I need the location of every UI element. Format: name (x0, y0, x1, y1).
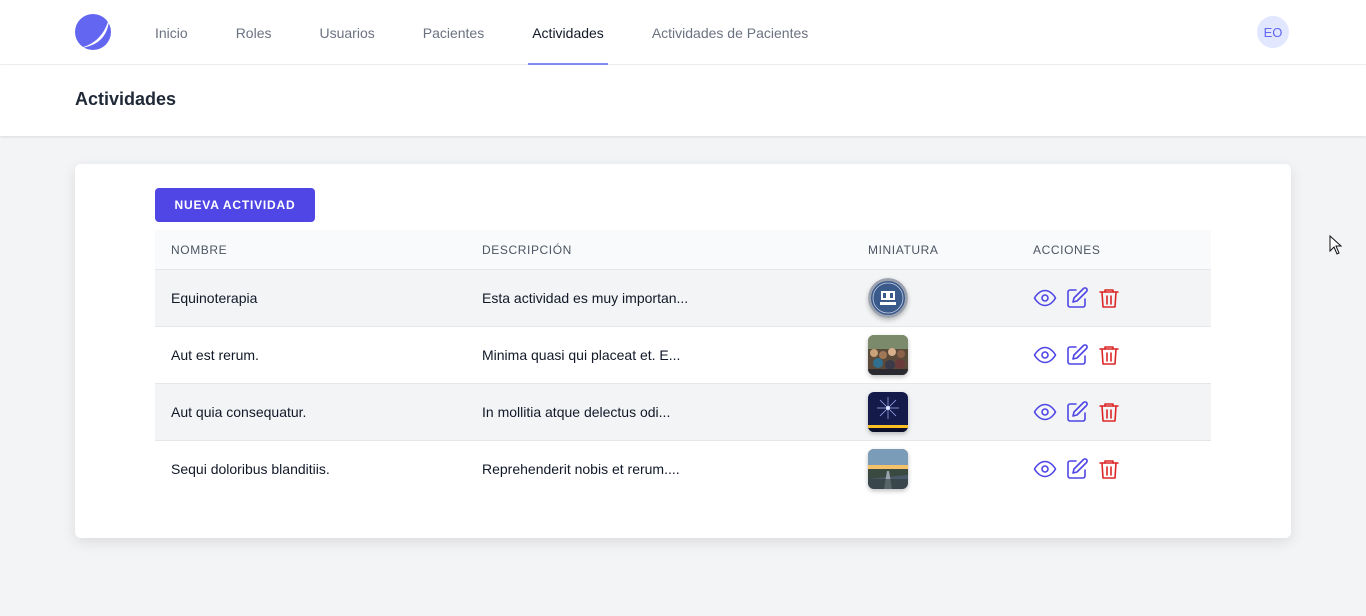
table-row: Equinoterapia Esta actividad es muy impo… (155, 270, 1211, 327)
row-descripcion: Esta actividad es muy importan... (482, 290, 689, 306)
user-avatar[interactable]: EO (1257, 16, 1289, 48)
row-actions (1033, 286, 1121, 310)
activities-table: NOMBRE DESCRIPCIÓN MINIATURA ACCIONES Eq… (155, 230, 1211, 498)
pencil-square-icon[interactable] (1065, 457, 1089, 481)
column-header-miniatura: MINIATURA (868, 243, 939, 257)
new-activity-button[interactable]: NUEVA ACTIVIDAD (155, 188, 315, 222)
mouse-cursor-icon (1329, 235, 1343, 255)
page-title: Actividades (75, 89, 177, 109)
row-actions (1033, 400, 1121, 424)
trash-icon[interactable] (1097, 457, 1121, 481)
nav-link-roles[interactable]: Roles (212, 0, 296, 65)
column-header-descripcion: DESCRIPCIÓN (482, 243, 572, 257)
thumbnail-image (868, 392, 908, 432)
trash-icon[interactable] (1097, 343, 1121, 367)
app-logo-icon[interactable] (75, 14, 111, 50)
row-actions (1033, 457, 1121, 481)
row-nombre: Sequi doloribus blanditiis. (171, 461, 330, 477)
nav-links: Inicio Roles Usuarios Pacientes Activida… (131, 0, 832, 65)
eye-icon[interactable] (1033, 286, 1057, 310)
table-row: Aut quia consequatur. In mollitia atque … (155, 384, 1211, 441)
row-actions (1033, 343, 1121, 367)
page-header: Actividades (0, 65, 1366, 136)
top-navigation: Inicio Roles Usuarios Pacientes Activida… (0, 0, 1366, 65)
nav-link-usuarios[interactable]: Usuarios (295, 0, 398, 65)
row-nombre: Aut quia consequatur. (171, 404, 307, 420)
eye-icon[interactable] (1033, 457, 1057, 481)
activities-card: NUEVA ACTIVIDAD NOMBRE DESCRIPCIÓN MINIA… (75, 164, 1291, 538)
pencil-square-icon[interactable] (1065, 400, 1089, 424)
column-header-acciones: ACCIONES (1033, 243, 1101, 257)
thumbnail-image (868, 335, 908, 375)
nav-link-actividades-de-pacientes[interactable]: Actividades de Pacientes (628, 0, 832, 65)
table-row: Aut est rerum. Minima quasi qui placeat … (155, 327, 1211, 384)
thumbnail-image (868, 449, 908, 489)
pencil-square-icon[interactable] (1065, 343, 1089, 367)
row-nombre: Aut est rerum. (171, 347, 259, 363)
eye-icon[interactable] (1033, 343, 1057, 367)
eye-icon[interactable] (1033, 400, 1057, 424)
row-descripcion: Reprehenderit nobis et rerum.... (482, 461, 680, 477)
table-header: NOMBRE DESCRIPCIÓN MINIATURA ACCIONES (155, 230, 1211, 270)
pencil-square-icon[interactable] (1065, 286, 1089, 310)
trash-icon[interactable] (1097, 286, 1121, 310)
thumbnail-image (868, 278, 908, 318)
nav-link-inicio[interactable]: Inicio (131, 0, 212, 65)
nav-link-actividades[interactable]: Actividades (508, 0, 628, 65)
column-header-nombre: NOMBRE (171, 243, 228, 257)
row-descripcion: Minima quasi qui placeat et. E... (482, 347, 681, 363)
table-row: Sequi doloribus blanditiis. Reprehenderi… (155, 441, 1211, 498)
row-descripcion: In mollitia atque delectus odi... (482, 404, 671, 420)
trash-icon[interactable] (1097, 400, 1121, 424)
nav-link-pacientes[interactable]: Pacientes (399, 0, 508, 65)
row-nombre: Equinoterapia (171, 290, 258, 306)
